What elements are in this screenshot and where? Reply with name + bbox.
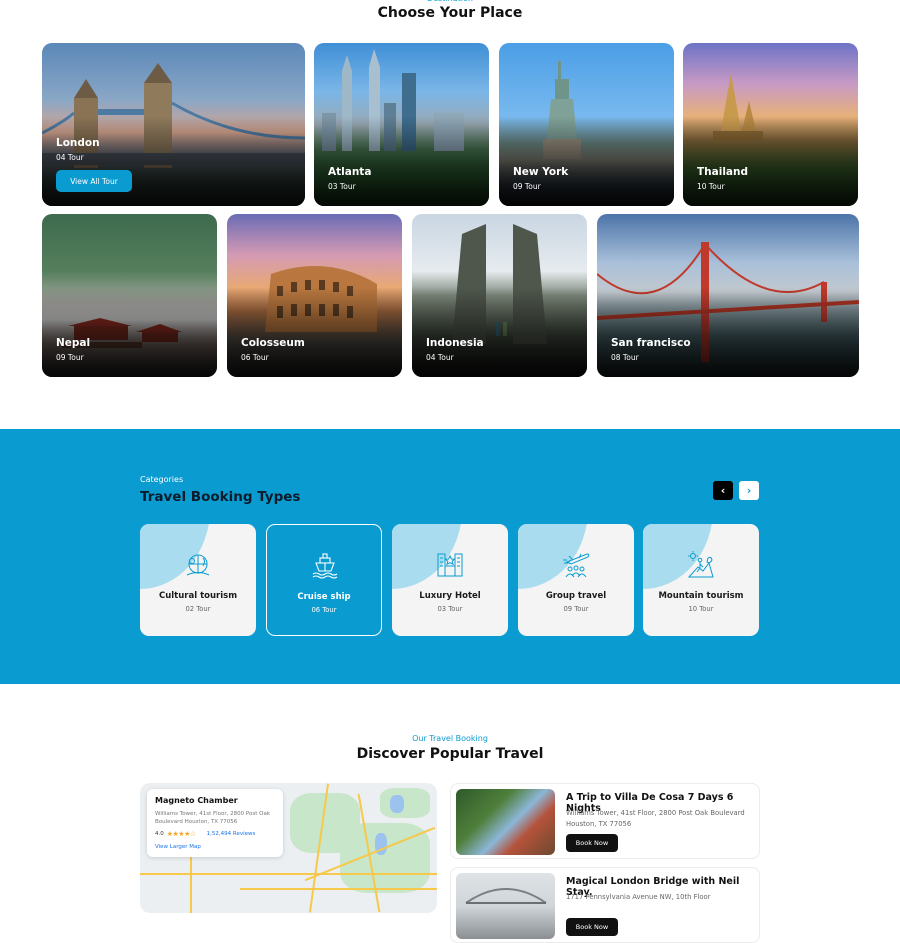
trip-address: 1717 Pennsylvania Avenue NW, 10th Floor bbox=[566, 893, 711, 901]
view-all-tour-button[interactable]: View All Tour bbox=[56, 170, 132, 192]
destination-title: Choose Your Place bbox=[377, 5, 523, 21]
place-tours: 04 Tour bbox=[426, 353, 454, 362]
place-card-thailand[interactable]: Thailand 10 Tour bbox=[683, 43, 858, 206]
bridge-illustration bbox=[465, 888, 547, 904]
destination-header: Destination Choose Your Place bbox=[0, 0, 900, 21]
trip-image bbox=[456, 789, 555, 855]
categories-section: Categories Travel Booking Types ‹ › Cult… bbox=[0, 429, 900, 684]
trip-address: Williams Tower, 41st Floor, 2800 Post Oa… bbox=[566, 809, 745, 828]
trip-card[interactable]: Magical London Bridge with Neil Stay. 17… bbox=[450, 867, 760, 943]
place-tours: 04 Tour bbox=[56, 153, 84, 162]
discover-eyebrow: Our Travel Booking bbox=[412, 734, 488, 743]
view-larger-map-link[interactable]: View Larger Map bbox=[155, 844, 201, 850]
place-name: Colosseum bbox=[241, 337, 305, 349]
place-card-indonesia[interactable]: Indonesia 04 Tour bbox=[412, 214, 587, 377]
place-name: New York bbox=[513, 166, 569, 178]
book-now-button[interactable]: Book Now bbox=[566, 918, 618, 936]
cultural-tourism-icon bbox=[186, 554, 210, 576]
trip-image bbox=[456, 873, 555, 939]
book-now-button[interactable]: Book Now bbox=[566, 834, 618, 852]
place-tours: 09 Tour bbox=[513, 182, 541, 191]
category-card-luxury-hotel[interactable]: Luxury Hotel 03 Tour bbox=[392, 524, 508, 636]
trip-card[interactable]: A Trip to Villa De Cosa 7 Days 6 Nights … bbox=[450, 783, 760, 859]
map-rating-row: 4.0 ★★★★☆ 1,52,494 Reviews bbox=[155, 830, 255, 838]
category-name: Luxury Hotel bbox=[419, 591, 481, 601]
place-card-atlanta[interactable]: Atlanta 03 Tour bbox=[314, 43, 489, 206]
category-name: Mountain tourism bbox=[658, 591, 744, 601]
mountain-tourism-icon bbox=[687, 551, 714, 578]
place-tours: 09 Tour bbox=[56, 353, 84, 362]
next-button[interactable]: › bbox=[739, 481, 759, 500]
chevron-left-icon: ‹ bbox=[720, 484, 726, 497]
place-tours: 10 Tour bbox=[697, 182, 725, 191]
map-place-name: Magneto Chamber bbox=[155, 796, 238, 805]
place-name: Atlanta bbox=[328, 166, 372, 178]
categories-title: Travel Booking Types bbox=[140, 489, 301, 505]
place-name: London bbox=[56, 137, 100, 149]
star-rating-icon: ★★★★☆ bbox=[166, 830, 196, 838]
place-card-san-francisco[interactable]: San francisco 08 Tour bbox=[597, 214, 859, 377]
category-card-cruise-ship[interactable]: Cruise ship 06 Tour bbox=[266, 524, 382, 636]
category-tours: 09 Tour bbox=[563, 605, 589, 613]
place-card-new-york[interactable]: New York 09 Tour bbox=[499, 43, 674, 206]
discover-title: Discover Popular Travel bbox=[356, 746, 544, 762]
map-reviews-link[interactable]: 1,52,494 Reviews bbox=[207, 831, 256, 837]
place-name: Thailand bbox=[697, 166, 748, 178]
category-card-cultural-tourism[interactable]: Cultural tourism 02 Tour bbox=[140, 524, 256, 636]
place-card-colosseum[interactable]: Colosseum 06 Tour bbox=[227, 214, 402, 377]
category-tours: 10 Tour bbox=[688, 605, 714, 613]
luxury-hotel-icon bbox=[437, 553, 463, 577]
place-name: Indonesia bbox=[426, 337, 484, 349]
category-card-group-travel[interactable]: Group travel 09 Tour bbox=[518, 524, 634, 636]
category-tours: 06 Tour bbox=[311, 606, 337, 614]
category-card-mountain-tourism[interactable]: Mountain tourism 10 Tour bbox=[643, 524, 759, 636]
place-tours: 06 Tour bbox=[241, 353, 269, 362]
place-tours: 03 Tour bbox=[328, 182, 356, 191]
discover-header: Our Travel Booking Discover Popular Trav… bbox=[0, 734, 900, 762]
place-card-nepal[interactable]: Nepal 09 Tour bbox=[42, 214, 217, 377]
category-name: Cultural tourism bbox=[158, 591, 238, 601]
category-tours: 03 Tour bbox=[437, 605, 463, 613]
cruise-ship-icon bbox=[312, 553, 338, 579]
category-name: Group travel bbox=[545, 591, 607, 601]
category-name: Cruise ship bbox=[297, 592, 351, 602]
place-card-london[interactable]: London 04 Tour View All Tour bbox=[42, 43, 305, 206]
map-rating: 4.0 bbox=[155, 831, 164, 837]
group-travel-icon bbox=[563, 553, 590, 578]
category-tours: 02 Tour bbox=[185, 605, 211, 613]
place-tours: 08 Tour bbox=[611, 353, 639, 362]
place-name: San francisco bbox=[611, 337, 691, 349]
map-info-card: Magneto Chamber Williams Tower, 41st Flo… bbox=[147, 789, 283, 857]
map-address: Williams Tower, 41st Floor, 2800 Post Oa… bbox=[155, 811, 271, 825]
place-name: Nepal bbox=[56, 337, 91, 349]
prev-button[interactable]: ‹ bbox=[713, 481, 733, 500]
chevron-right-icon: › bbox=[746, 484, 752, 497]
destination-eyebrow: Destination bbox=[0, 0, 900, 3]
categories-eyebrow: Categories bbox=[140, 475, 184, 484]
